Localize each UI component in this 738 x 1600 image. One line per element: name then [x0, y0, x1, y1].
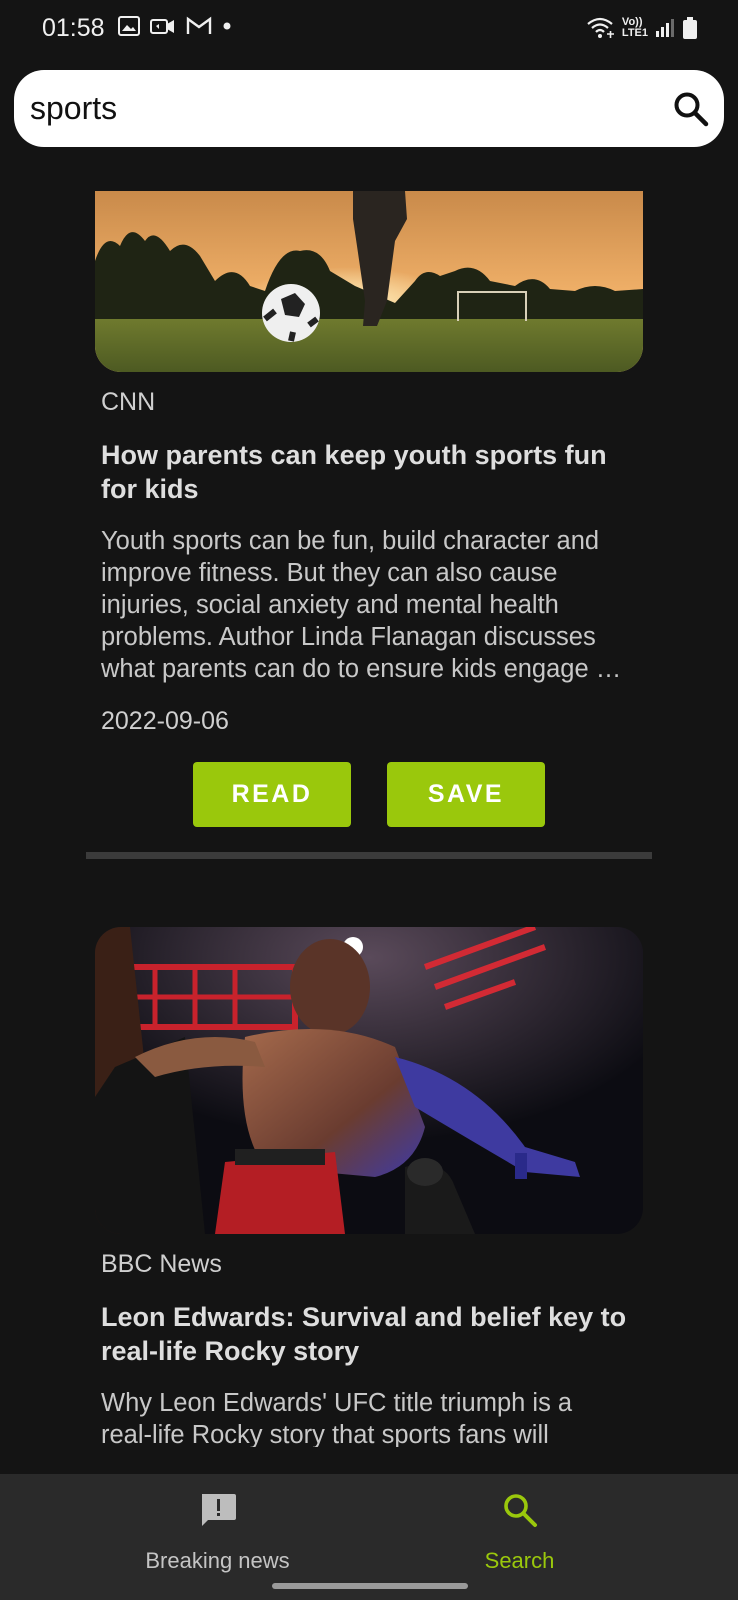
article-title[interactable]: Leon Edwards: Survival and belief key to… — [101, 1300, 641, 1368]
announcement-icon — [201, 1494, 236, 1526]
article-title-line: real-life Rocky story — [101, 1336, 360, 1366]
gesture-navigation-bar[interactable] — [272, 1583, 468, 1589]
article-source: BBC News — [101, 1250, 222, 1278]
nav-label-search: Search — [484, 1548, 555, 1573]
bottom-navigation: Breaking news Search — [0, 1474, 738, 1600]
nav-item-search[interactable]: Search — [335, 1474, 704, 1574]
article-card[interactable]: BBC News Leon Edwards: Survival and beli… — [0, 0, 738, 1474]
description-line: real-life Rocky story that sports fans w… — [101, 1421, 549, 1447]
article-description: Why Leon Edwards' UFC title triumph is a… — [101, 1387, 651, 1447]
search-icon — [503, 1494, 537, 1527]
app-screen: 01:58 Vo)) LTE1 sports CNN How parents c… — [0, 0, 738, 1600]
article-title-line: Leon Edwards: Survival and belief key to — [101, 1302, 627, 1332]
description-line: Why Leon Edwards' UFC title triumph is a — [101, 1389, 573, 1417]
article-image-ufc[interactable] — [95, 927, 643, 1234]
ufc-fighter-image — [95, 927, 643, 1234]
